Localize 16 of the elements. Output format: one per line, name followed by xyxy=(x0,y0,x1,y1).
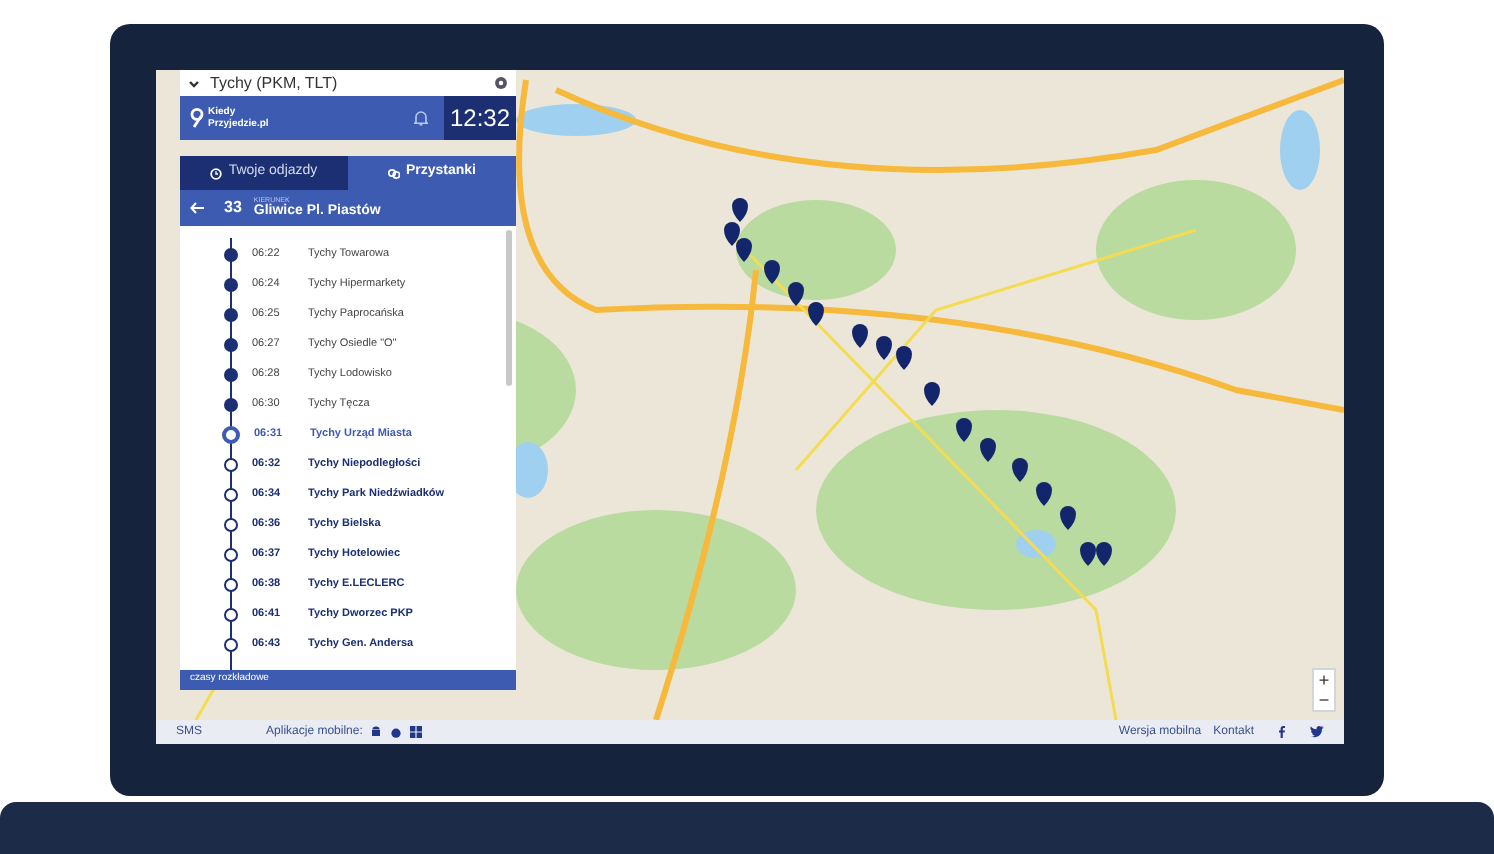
line-number: 33 xyxy=(224,196,242,220)
search-field[interactable]: Tychy (PKM, TLT) xyxy=(180,70,516,96)
settings-icon[interactable] xyxy=(494,76,508,90)
clock-time: 12:32 xyxy=(444,96,516,140)
pin-pair-icon xyxy=(387,167,400,179)
twitter-icon[interactable] xyxy=(1310,726,1324,738)
facebook-icon[interactable] xyxy=(1278,726,1286,738)
windows-icon[interactable] xyxy=(410,726,423,738)
clock-icon xyxy=(210,167,223,179)
bell-icon[interactable] xyxy=(414,110,428,126)
logo-icon xyxy=(190,108,204,128)
chevron-down-icon xyxy=(188,79,200,87)
android-icon[interactable] xyxy=(370,726,383,738)
back-arrow-icon[interactable] xyxy=(190,202,204,214)
zoom-out-button[interactable]: − xyxy=(1314,690,1334,710)
zoom-in-button[interactable]: + xyxy=(1314,670,1334,690)
